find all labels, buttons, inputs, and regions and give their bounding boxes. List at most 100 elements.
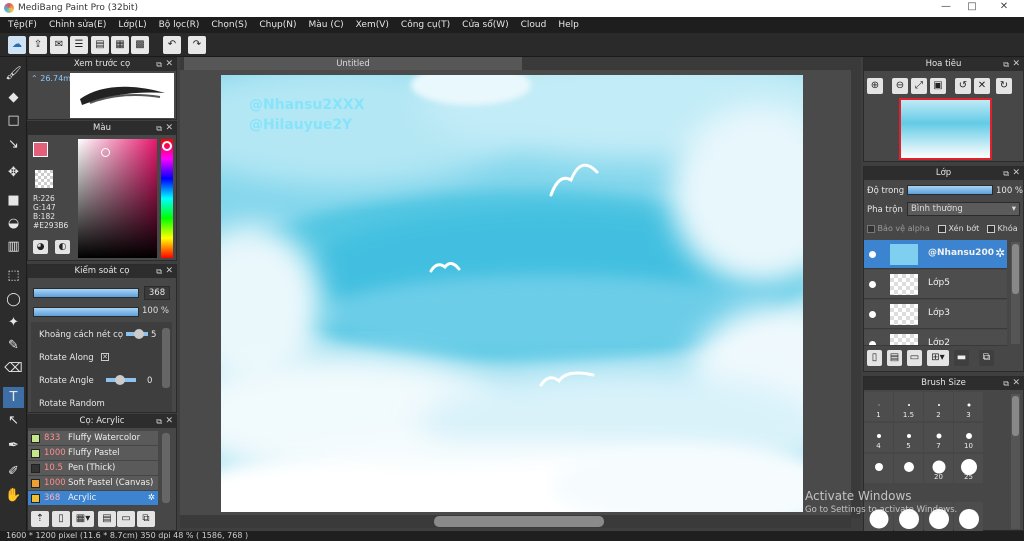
rotate-angle-slider[interactable] (106, 375, 136, 385)
menu-cloud[interactable]: Cloud (515, 20, 553, 30)
menu-view[interactable]: Xem(V) (350, 20, 395, 30)
menu-tools[interactable]: Công cụ(T) (395, 20, 456, 30)
menu-file[interactable]: Tệp(F) (2, 20, 43, 30)
layer-row[interactable]: Lớp2 (864, 330, 1007, 346)
rotate-left-icon[interactable]: ↺ (955, 78, 971, 94)
redo-button[interactable]: ↷ (188, 36, 206, 54)
brush-size-cell[interactable]: 10 (954, 423, 983, 452)
undock-icon[interactable]: ⧉ (156, 122, 162, 135)
move-tool-icon[interactable]: ✥ (3, 162, 24, 183)
flip-icon[interactable]: ✕ (974, 78, 990, 94)
lasso-tool-icon[interactable]: ◯ (3, 289, 24, 310)
share-icon[interactable]: ⇪ (29, 36, 47, 54)
brush-item-fluffy-pastel[interactable]: 1000 Fluffy Pastel (28, 446, 158, 461)
close-button[interactable]: ✕ (990, 1, 1018, 15)
menu-help[interactable]: Help (552, 20, 585, 30)
brush-size-cell[interactable] (894, 454, 923, 483)
new-layer-2-icon[interactable]: ▤ (887, 350, 902, 366)
brush-size-cell[interactable]: 2 (924, 392, 953, 421)
layer-folder-icon[interactable]: ▬ (954, 350, 969, 366)
palette-icon[interactable]: ◕ (33, 240, 48, 254)
brush-size-cell[interactable]: 7 (924, 423, 953, 452)
layer-settings-gear-icon[interactable]: ✲ (995, 246, 1005, 260)
horizontal-scroll-thumb[interactable] (434, 516, 604, 527)
layer-opacity-slider[interactable] (907, 185, 993, 195)
saturation-value-field[interactable] (78, 139, 157, 258)
lock-checkbox[interactable] (987, 224, 995, 233)
eyedropper-tool-icon[interactable]: ✒ (3, 435, 24, 456)
brush-item-soft-pastel[interactable]: 1000 Soft Pastel (Canvas) (28, 476, 158, 491)
hue-slider[interactable] (161, 139, 173, 258)
shape-tool-icon[interactable]: □ (3, 110, 24, 131)
close-icon[interactable]: ✕ (165, 122, 173, 135)
brush-item-acrylic[interactable]: 368 Acrylic ✲ (28, 491, 158, 506)
layer-row[interactable]: Lớp5 (864, 270, 1007, 299)
zoom-out-icon[interactable]: ⊖ (892, 78, 908, 94)
layer-copy-icon[interactable]: ⧉ (979, 350, 994, 366)
brush-size-cell[interactable]: 1.5 (894, 392, 923, 421)
brush-size-value[interactable]: 368 (144, 286, 170, 300)
brush-size-cell[interactable]: 3 (954, 392, 983, 421)
color-swap-icon[interactable]: ◐ (55, 240, 70, 254)
document-tab[interactable]: Untitled (184, 57, 522, 71)
add-brush-icon[interactable]: ⇡ (31, 511, 49, 527)
gradient-tool-icon[interactable]: ▥ (3, 236, 24, 257)
zoom-in-icon[interactable]: ⊕ (867, 78, 883, 94)
close-icon[interactable]: ✕ (1012, 167, 1020, 180)
brush-settings-scrollbar[interactable] (162, 328, 170, 388)
minimize-button[interactable]: — (932, 1, 960, 15)
hand-tool-icon[interactable]: ✋ (3, 485, 24, 506)
brush-size-cell[interactable] (954, 502, 983, 531)
operation-tool-icon[interactable]: ↖ (3, 410, 24, 431)
undock-icon[interactable]: ⧉ (156, 58, 162, 71)
line-tool-icon[interactable]: ↘ (3, 134, 24, 155)
select-rect-tool-icon[interactable]: ⬚ (3, 265, 24, 286)
brush-settings-gear-icon[interactable]: ✲ (148, 491, 155, 505)
close-icon[interactable]: ✕ (165, 415, 173, 428)
undock-icon[interactable]: ⧉ (156, 265, 162, 278)
brush-size-cell[interactable]: 20 (924, 454, 953, 483)
color-picker-handle[interactable] (101, 148, 110, 157)
actual-size-icon[interactable]: ▣ (930, 78, 946, 94)
brush-options-icon[interactable]: ▦▾ (72, 511, 94, 527)
brush-item-pen-thick[interactable]: 10.5 Pen (Thick) (28, 461, 158, 476)
spacing-slider[interactable] (126, 329, 148, 339)
visibility-icon[interactable] (869, 281, 876, 288)
menu-color[interactable]: Màu (C) (303, 20, 350, 30)
brush-item-fluffy-watercolor[interactable]: 833 Fluffy Watercolor (28, 431, 158, 446)
menu-window[interactable]: Cửa sổ(W) (456, 20, 514, 30)
undo-button[interactable]: ↶ (163, 36, 181, 54)
brush-tool-icon[interactable]: 🖌 (3, 63, 24, 84)
visibility-icon[interactable] (869, 341, 876, 345)
protect-alpha-checkbox[interactable] (867, 224, 875, 233)
document-icon[interactable]: ▤ (91, 36, 109, 54)
transparent-color-swatch[interactable] (35, 170, 53, 188)
fill-rect-tool-icon[interactable]: ■ (3, 190, 24, 211)
new-brush-icon[interactable]: ▯ (52, 511, 70, 527)
primary-color-swatch[interactable] (33, 142, 48, 157)
menu-select[interactable]: Chọn(S) (205, 20, 253, 30)
visibility-icon[interactable] (869, 311, 876, 318)
new-layer-3-icon[interactable]: ▭ (907, 350, 922, 366)
bucket-tool-icon[interactable]: ◒ (3, 213, 24, 234)
undock-icon[interactable]: ⧉ (156, 415, 162, 428)
brush-size-slider[interactable] (33, 288, 139, 298)
navigator-thumbnail[interactable] (899, 98, 992, 160)
text-tool-icon[interactable]: T (3, 387, 24, 408)
fit-screen-icon[interactable]: ⤢ (911, 78, 927, 94)
rotate-right-icon[interactable]: ↻ (996, 78, 1012, 94)
cloud-icon[interactable]: ☁ (8, 36, 26, 54)
select-eraser-tool-icon[interactable]: ⌫ (3, 358, 24, 379)
menu-filter[interactable]: Bộ lọc(R) (153, 20, 206, 30)
layer-list-scrollbar[interactable] (1011, 242, 1020, 344)
brush-copy-icon[interactable]: ⧉ (137, 511, 155, 527)
canvas-artwork[interactable]: @Nhansu2XXX @Hilauyue2Y (221, 75, 803, 512)
close-icon[interactable]: ✕ (1012, 377, 1020, 390)
visibility-icon[interactable] (869, 251, 876, 258)
maximize-button[interactable]: □ (958, 1, 986, 15)
layer-row[interactable]: @Nhansu200 ✲ (864, 240, 1007, 269)
menu-snap[interactable]: Chụp(N) (253, 20, 302, 30)
undock-icon[interactable]: ⧉ (1003, 377, 1009, 390)
brush-size-cell[interactable]: 1 (864, 392, 893, 421)
close-icon[interactable]: ✕ (165, 265, 173, 278)
